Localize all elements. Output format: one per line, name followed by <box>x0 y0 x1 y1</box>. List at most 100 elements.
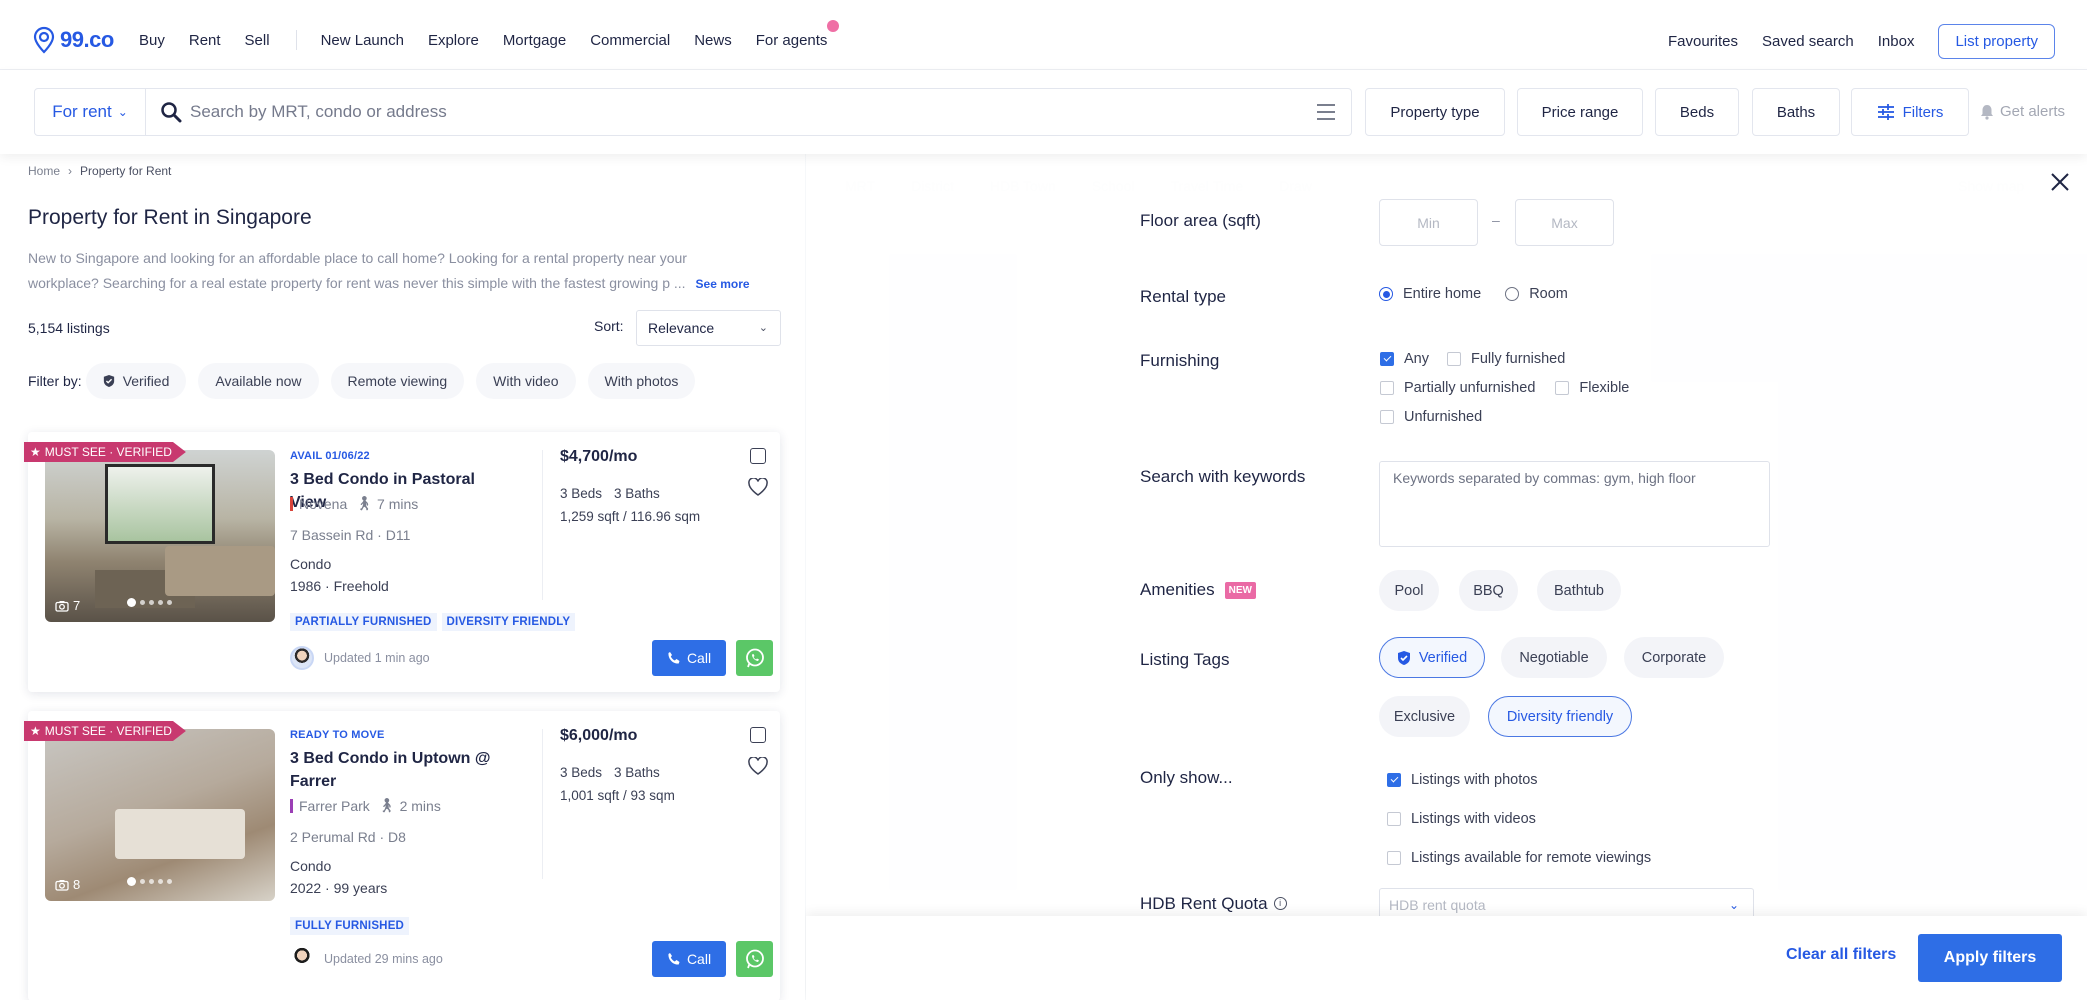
nav-new-launch[interactable]: New Launch <box>321 32 404 49</box>
favourite-button[interactable] <box>748 477 768 501</box>
radio-room[interactable] <box>1505 287 1520 301</box>
only-show-remote[interactable]: Listings available for remote viewings <box>1387 850 1651 866</box>
checkbox-listings-with-photos[interactable] <box>1387 773 1401 787</box>
checkbox-remote-viewings[interactable] <box>1387 851 1401 865</box>
nav-explore[interactable]: Explore <box>428 32 479 49</box>
new-badge: NEW <box>1224 582 1256 600</box>
keywords-label: Search with keywords <box>1140 467 1306 486</box>
quick-filter-remote-viewing[interactable]: Remote viewing <box>330 363 465 399</box>
tag-diversity-friendly[interactable]: Diversity friendly <box>1488 696 1632 737</box>
call-button[interactable]: Call <box>652 640 726 676</box>
bell-icon <box>1981 104 1993 120</box>
listing-title[interactable]: 3 Bed Condo in Uptown @ Farrer <box>290 747 515 793</box>
whatsapp-button[interactable] <box>736 941 773 977</box>
quick-filter-verified[interactable]: Verified <box>85 363 187 399</box>
filters-button[interactable]: Filters <box>1851 88 1969 136</box>
close-icon <box>2051 173 2069 191</box>
listings-panel: Home › Property for Rent Property for Re… <box>10 154 805 1000</box>
nav-favourites[interactable]: Favourites <box>1668 33 1738 50</box>
floor-area-min-input[interactable]: Min <box>1379 199 1478 246</box>
only-show-videos[interactable]: Listings with videos <box>1387 811 1536 827</box>
tag-corporate[interactable]: Corporate <box>1624 637 1724 678</box>
mrt-line-indicator <box>290 798 293 813</box>
breadcrumb-home[interactable]: Home <box>28 164 60 178</box>
agent-avatar[interactable] <box>290 646 314 670</box>
star-icon: ★ <box>30 445 41 459</box>
listing-tag: FULLY FURNISHED <box>290 917 410 935</box>
list-property-button[interactable]: List property <box>1938 24 2055 59</box>
quick-filter-with-photos[interactable]: With photos <box>587 363 696 399</box>
checkbox-listings-with-videos[interactable] <box>1387 812 1401 826</box>
nav-news[interactable]: News <box>694 32 732 49</box>
nav-commercial[interactable]: Commercial <box>590 32 670 49</box>
nav-buy[interactable]: Buy <box>139 32 165 49</box>
compare-checkbox[interactable] <box>750 448 766 464</box>
price-range-button[interactable]: Price range <box>1517 88 1643 136</box>
sort-dropdown[interactable]: Relevance ⌄ <box>636 310 781 346</box>
whatsapp-button[interactable] <box>736 640 773 676</box>
chevron-down-icon: ⌄ <box>1728 898 1739 912</box>
floor-area: 1,001 sqft / 93 sqm <box>560 788 675 803</box>
photo-count: 8 <box>55 877 80 892</box>
tag-verified[interactable]: Verified <box>1379 637 1485 678</box>
tag-exclusive[interactable]: Exclusive <box>1379 696 1470 737</box>
nav-for-agents[interactable]: For agents <box>756 19 840 49</box>
close-filters-button[interactable] <box>2050 172 2070 197</box>
only-show-photos[interactable]: Listings with photos <box>1387 772 1538 788</box>
amenity-bathtub[interactable]: Bathtub <box>1537 570 1621 611</box>
property-type-button[interactable]: Property type <box>1365 88 1505 136</box>
see-more-link[interactable]: See more <box>696 277 750 291</box>
compare-checkbox[interactable] <box>750 727 766 743</box>
camera-icon <box>55 879 69 891</box>
checkbox-fully-furnished[interactable] <box>1447 352 1461 366</box>
search-input[interactable] <box>190 102 1290 122</box>
photo-carousel-dots[interactable] <box>127 598 176 607</box>
call-button[interactable]: Call <box>652 941 726 977</box>
get-alerts-button[interactable]: Get alerts <box>1980 103 2065 120</box>
checkbox-partially-unfurnished[interactable] <box>1380 381 1394 395</box>
call-label: Call <box>686 951 712 967</box>
info-icon[interactable]: i <box>1273 896 1287 910</box>
keywords-input[interactable] <box>1379 461 1770 547</box>
amenity-pool[interactable]: Pool <box>1379 570 1439 611</box>
checkbox-unfurnished[interactable] <box>1380 410 1394 424</box>
nav-mortgage[interactable]: Mortgage <box>503 32 566 49</box>
nav-inbox[interactable]: Inbox <box>1878 33 1915 50</box>
quick-filter-with-video[interactable]: With video <box>476 363 576 399</box>
beds-button[interactable]: Beds <box>1655 88 1739 136</box>
checkbox-flexible[interactable] <box>1555 381 1570 395</box>
amenities-label-wrap: Amenities NEW <box>1140 580 1256 600</box>
ribbon-label: MUST SEE · VERIFIED <box>44 724 172 738</box>
listing-photo[interactable]: 8 <box>45 729 275 901</box>
whatsapp-icon <box>745 648 764 668</box>
photo-sofa <box>165 546 275 596</box>
menu-icon[interactable] <box>1317 104 1335 120</box>
favourite-button[interactable] <box>748 756 768 780</box>
clear-all-filters-button[interactable]: Clear all filters <box>1786 946 1896 964</box>
amenity-bbq[interactable]: BBQ <box>1459 570 1518 611</box>
checkbox-any[interactable] <box>1380 352 1394 366</box>
agent-avatar[interactable] <box>290 947 314 971</box>
furnishing-any[interactable]: Any Fully furnished <box>1380 351 1565 367</box>
baths-button[interactable]: Baths <box>1752 88 1840 136</box>
top-nav: 99.co Buy Rent Sell New Launch Explore M… <box>0 0 2087 70</box>
floor-area-max-input[interactable]: Max <box>1515 199 1614 246</box>
nav-sell[interactable]: Sell <box>245 32 270 49</box>
listing-mode-dropdown[interactable]: For rent ⌄ <box>34 88 146 136</box>
hdb-quota-label-wrap: HDB Rent Quota i <box>1140 894 1287 914</box>
apply-filters-button[interactable]: Apply filters <box>1918 934 2062 982</box>
quick-filter-available-now[interactable]: Available now <box>198 363 319 399</box>
listing-card[interactable]: ★ MUST SEE · VERIFIED 7 AVAIL 01/06/22 3 … <box>24 432 780 692</box>
listing-photo[interactable]: 7 <box>45 450 275 622</box>
mrt-info: Farrer Park 🚶︎ 2 mins <box>290 797 441 814</box>
furnishing-partially-label: Partially unfurnished <box>1404 380 1536 396</box>
radio-entire-home[interactable] <box>1379 287 1393 301</box>
listing-mode-label: For rent <box>52 102 112 121</box>
nav-rent[interactable]: Rent <box>189 32 221 49</box>
tag-negotiable[interactable]: Negotiable <box>1501 637 1607 678</box>
nav-saved-search[interactable]: Saved search <box>1762 33 1854 50</box>
listing-card[interactable]: ★ MUST SEE · VERIFIED 8 READY TO MOVE 3 B… <box>24 711 780 1000</box>
verified-shield-icon <box>1397 650 1410 665</box>
brand-logo[interactable]: 99.co <box>32 26 114 54</box>
photo-carousel-dots[interactable] <box>127 877 176 886</box>
